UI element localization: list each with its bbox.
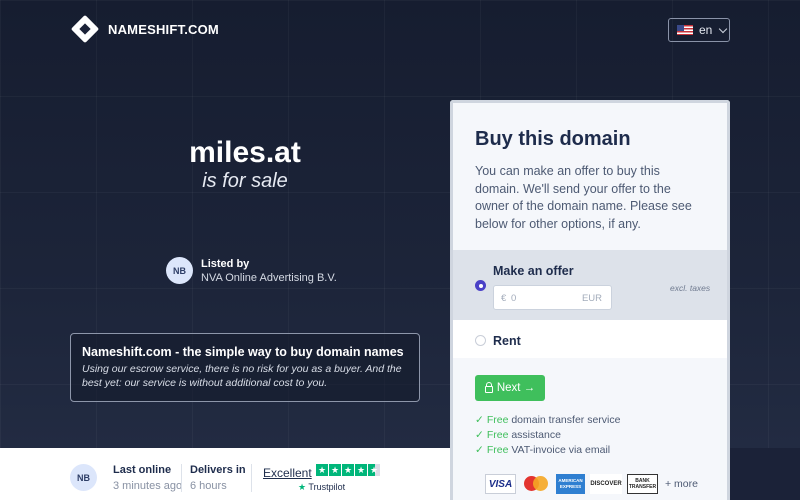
- payment-methods: VISA AMERICAN EXPRESS DISCOVER BANK TRAN…: [485, 474, 698, 494]
- trustpilot-rating-label: Excellent: [263, 466, 312, 480]
- rent-radio[interactable]: [475, 335, 486, 346]
- seller-avatar: NB: [70, 464, 97, 491]
- promo-text: Using our escrow service, there is no ri…: [82, 363, 402, 389]
- feature-item: ✓ Free assistance: [475, 428, 620, 443]
- amex-icon: AMERICAN EXPRESS: [556, 474, 585, 494]
- star-icon: ★: [355, 464, 367, 476]
- lock-icon: [484, 382, 493, 393]
- feature-item: ✓ Free domain transfer service: [475, 413, 620, 428]
- last-online: Last online 3 minutes ago: [113, 464, 182, 492]
- footer-bar: NB Last online 3 minutes ago Delivers in…: [0, 448, 450, 500]
- excl-taxes-note: excl. taxes: [670, 283, 711, 293]
- card-title: Buy this domain: [475, 128, 631, 150]
- delivers-value: 6 hours: [190, 480, 227, 492]
- star-icon: ★: [316, 464, 328, 476]
- mastercard-icon: [521, 474, 551, 494]
- trustpilot-brand: ★ Trustpilot: [298, 482, 346, 492]
- check-icon: ✓: [475, 444, 484, 456]
- check-icon: ✓: [475, 414, 484, 426]
- logo-icon: [70, 14, 100, 44]
- listed-by-title: Listed by: [201, 257, 250, 270]
- domain-name: miles.at: [189, 136, 301, 169]
- free-label: Free: [486, 414, 509, 426]
- discover-icon: DISCOVER: [590, 474, 622, 494]
- more-payments-link[interactable]: + more: [665, 478, 698, 490]
- currency-code: EUR: [581, 293, 602, 304]
- feature-item: ✓ Free VAT-invoice via email: [475, 443, 620, 458]
- star-icon: ★: [342, 464, 354, 476]
- promo-box: Nameshift.com - the simple way to buy do…: [70, 333, 420, 402]
- delivers-in: Delivers in 6 hours: [190, 464, 246, 492]
- last-online-value: 3 minutes ago: [113, 480, 183, 492]
- chevron-down-icon: [719, 24, 728, 33]
- visa-icon: VISA: [485, 474, 516, 494]
- check-icon: ✓: [475, 429, 484, 441]
- next-button-label: Next →: [496, 382, 536, 394]
- bank-transfer-icon: BANK TRANSFER: [627, 474, 658, 494]
- us-flag-icon: [677, 25, 693, 35]
- next-button[interactable]: Next →: [475, 375, 545, 401]
- card-description: You can make an offer to buy this domain…: [475, 164, 692, 231]
- listed-by: NB Listed by NVA Online Advertising B.V.: [166, 257, 337, 284]
- promo-title: Nameshift.com - the simple way to buy do…: [82, 345, 404, 359]
- logo[interactable]: NAMESHIFT.COM: [70, 14, 219, 44]
- feature-list: ✓ Free domain transfer service ✓ Free assi…: [475, 413, 620, 458]
- for-sale-subtitle: is for sale: [202, 170, 288, 192]
- offer-amount-field[interactable]: € EUR: [493, 285, 612, 310]
- language-selector[interactable]: en: [668, 18, 730, 42]
- feature-text: domain transfer service: [508, 414, 621, 426]
- make-offer-label[interactable]: Make an offer: [493, 264, 574, 278]
- feature-text: assistance: [508, 429, 561, 441]
- trustpilot-widget[interactable]: Excellent ★ ★ ★ ★ ★ ★ Trustpilot: [263, 464, 380, 492]
- buy-domain-card: Buy this domain You can make an offer to…: [450, 100, 730, 500]
- seller-avatar: NB: [166, 257, 193, 284]
- euro-symbol: €: [501, 293, 507, 304]
- free-label: Free: [486, 444, 509, 456]
- divider: [251, 464, 252, 492]
- star-icon: ★: [329, 464, 341, 476]
- delivers-title: Delivers in: [190, 464, 246, 476]
- free-label: Free: [486, 429, 509, 441]
- trustpilot-brand-text: Trustpilot: [308, 482, 346, 492]
- language-label: en: [699, 23, 713, 37]
- half-star-icon: ★: [368, 464, 380, 476]
- trustpilot-stars: ★ ★ ★ ★ ★: [316, 464, 380, 476]
- feature-text: VAT-invoice via email: [508, 444, 611, 456]
- divider: [181, 464, 182, 492]
- last-online-title: Last online: [113, 464, 172, 476]
- rent-label[interactable]: Rent: [493, 334, 521, 348]
- seller-name: NVA Online Advertising B.V.: [201, 271, 337, 284]
- make-offer-radio[interactable]: [475, 280, 486, 291]
- logo-text: NAMESHIFT.COM: [108, 21, 219, 37]
- offer-amount-input[interactable]: [511, 290, 571, 306]
